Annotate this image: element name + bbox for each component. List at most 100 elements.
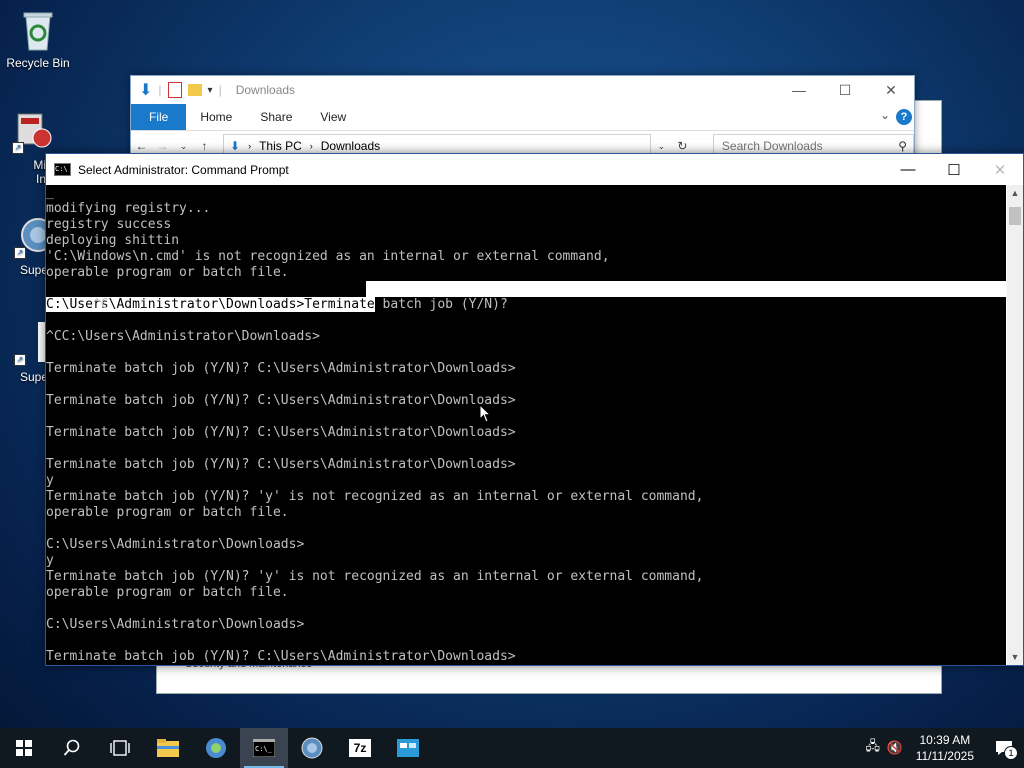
- search-button[interactable]: [48, 728, 96, 768]
- cmd-window-controls: — ☐ ✕: [885, 154, 1023, 185]
- console-scrollbar[interactable]: ▲ ▼: [1007, 185, 1023, 665]
- minimize-icon[interactable]: —: [885, 154, 931, 185]
- console-line: Terminate batch job (Y/N)? C:\Users\Admi…: [46, 649, 516, 664]
- 7zip-icon: 7z: [349, 739, 371, 757]
- taskbar-globe-app[interactable]: [288, 728, 336, 768]
- command-prompt-window[interactable]: C:\ Select Administrator: Command Prompt…: [45, 153, 1024, 666]
- console-text: ^C: [92, 297, 109, 312]
- selection-highlight: [366, 281, 1006, 297]
- console-line: modifying registry...: [46, 201, 211, 216]
- console-line: operable program or batch file.: [46, 505, 289, 520]
- close-icon[interactable]: ✕: [868, 76, 914, 104]
- breadcrumb-this-pc[interactable]: This PC: [259, 139, 302, 153]
- taskbar: C:\_ 7z 🖧 🔇 10:39 AM 11/11/2025 1: [0, 728, 1024, 768]
- svg-text:C:\_: C:\_: [255, 745, 273, 753]
- start-button[interactable]: [0, 728, 48, 768]
- clock[interactable]: 10:39 AM 11/11/2025: [916, 732, 974, 764]
- clock-date: 11/11/2025: [915, 749, 974, 763]
- folder-icon: [157, 739, 179, 757]
- control-panel-icon: [397, 739, 419, 757]
- taskbar-network-app[interactable]: [192, 728, 240, 768]
- ribbon-tabs: File Home Share View ⌄ ?: [131, 104, 914, 131]
- back-arrow-icon[interactable]: ←: [131, 139, 152, 153]
- notification-button[interactable]: 1: [984, 728, 1024, 768]
- breadcrumb-separator-icon: ›: [309, 141, 313, 151]
- recent-locations-icon[interactable]: ⌄: [173, 141, 194, 152]
- tab-file[interactable]: File: [131, 104, 187, 130]
- system-tray: 🖧 🔇 10:39 AM 11/11/2025 1: [862, 728, 1024, 768]
- tab-share[interactable]: Share: [246, 104, 306, 130]
- command-prompt-icon: C:\_: [253, 739, 275, 757]
- search-icon: [63, 739, 80, 756]
- ribbon-expand-icon[interactable]: ⌄: [880, 108, 890, 122]
- mouse-cursor-icon: [479, 404, 492, 423]
- console-line: ^C: [46, 281, 1006, 312]
- console-line: Terminate batch job (Y/N)? C:\Users\Admi…: [46, 457, 516, 472]
- scroll-down-icon[interactable]: ▼: [1007, 649, 1023, 665]
- downloads-folder-icon: ⬇: [230, 139, 241, 153]
- maximize-icon[interactable]: ☐: [822, 76, 868, 104]
- shortcut-arrow-icon: ↗: [12, 142, 24, 154]
- scroll-up-icon[interactable]: ▲: [1007, 185, 1023, 201]
- forward-arrow-icon[interactable]: →: [152, 139, 173, 153]
- up-arrow-icon[interactable]: ↑: [194, 139, 215, 153]
- console-line: Terminate batch job (Y/N)? C:\Users\Admi…: [46, 425, 516, 440]
- console-output[interactable]: _ modifying registry... registry success…: [46, 185, 1006, 665]
- console-line: _: [46, 185, 54, 200]
- task-view-icon: [110, 740, 130, 756]
- console-text: batch job (Y/N)?: [374, 297, 508, 312]
- explorer-window-controls: — ☐ ✕: [776, 76, 914, 104]
- console-line: registry success: [46, 217, 172, 232]
- help-button[interactable]: ?: [896, 109, 912, 125]
- breadcrumb-separator-icon: ›: [248, 141, 252, 151]
- console-line: operable program or batch file.: [46, 265, 289, 280]
- taskbar-7zip[interactable]: 7z: [336, 728, 384, 768]
- desktop-icon-label: Recycle Bin: [6, 56, 70, 70]
- desktop-icon-recycle-bin[interactable]: Recycle Bin: [0, 8, 76, 70]
- tab-view[interactable]: View: [306, 104, 360, 130]
- task-view-button[interactable]: [96, 728, 144, 768]
- breadcrumb-downloads[interactable]: Downloads: [321, 139, 380, 153]
- globe-icon: [301, 737, 323, 759]
- scroll-thumb[interactable]: [1009, 207, 1021, 225]
- minimize-icon[interactable]: —: [776, 76, 822, 104]
- windows-logo-icon: [16, 740, 32, 756]
- cmd-icon: C:\: [54, 163, 71, 176]
- down-arrow-icon[interactable]: ⬇: [139, 80, 152, 100]
- maximize-icon[interactable]: ☐: [931, 154, 977, 185]
- clock-time: 10:39 AM: [919, 733, 971, 747]
- console-line: operable program or batch file.: [46, 585, 289, 600]
- notification-badge: 1: [1004, 746, 1018, 760]
- quick-access-toolbar: ⬇ | ▾ |: [139, 80, 222, 100]
- close-icon[interactable]: ✕: [977, 154, 1023, 185]
- console-line-selected: C:\Users\Administrator\Downloads>Termina…: [46, 297, 1006, 313]
- console-line: Terminate batch job (Y/N)? 'y' is not re…: [46, 489, 704, 504]
- file-explorer-window[interactable]: ⬇ | ▾ | Downloads — ☐ ✕ File Home Share …: [130, 75, 915, 162]
- search-placeholder: Search Downloads: [721, 139, 823, 153]
- console-line: C:\Users\Administrator\Downloads>: [46, 617, 305, 632]
- dropdown-icon[interactable]: ▾: [208, 85, 213, 96]
- address-dropdown-icon[interactable]: ⌄: [651, 141, 672, 152]
- volume-muted-icon[interactable]: 🔇: [884, 740, 906, 756]
- globe-icon: [206, 738, 226, 758]
- tab-home[interactable]: Home: [186, 104, 246, 130]
- console-line: y: [46, 473, 54, 488]
- cmd-titlebar[interactable]: C:\ Select Administrator: Command Prompt…: [46, 154, 1023, 185]
- refresh-icon[interactable]: ↻: [672, 139, 693, 153]
- network-icon[interactable]: 🖧: [862, 737, 884, 759]
- taskbar-command-prompt[interactable]: C:\_: [240, 728, 288, 768]
- console-line: 'C:\Windows\n.cmd' is not recognized as …: [46, 249, 610, 264]
- console-line: C:\Users\Administrator\Downloads>: [46, 537, 305, 552]
- folder-icon[interactable]: [187, 84, 202, 96]
- taskbar-file-explorer[interactable]: [144, 728, 192, 768]
- properties-icon[interactable]: [167, 82, 182, 98]
- taskbar-control-panel[interactable]: [384, 728, 432, 768]
- explorer-titlebar[interactable]: ⬇ | ▾ | Downloads — ☐ ✕: [131, 76, 914, 104]
